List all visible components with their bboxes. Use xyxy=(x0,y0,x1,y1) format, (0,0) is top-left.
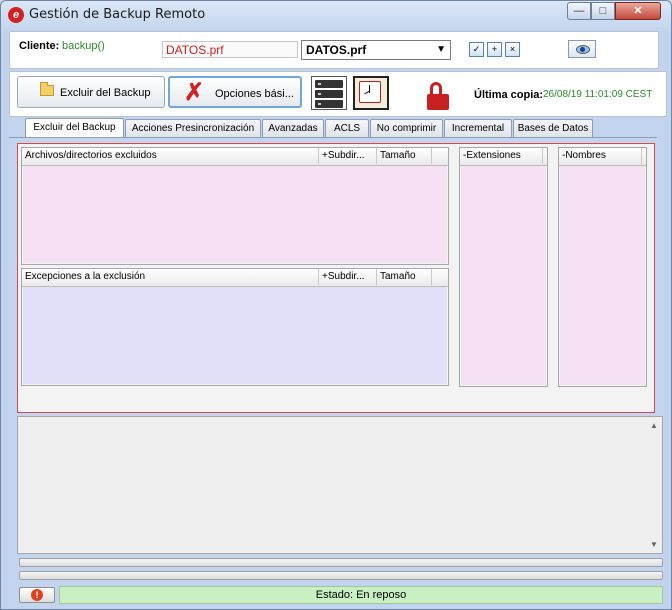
profile-new-icon[interactable]: + xyxy=(487,42,502,57)
progress-bar xyxy=(19,571,663,580)
folder-icon xyxy=(40,82,54,96)
profile-dropdown-value: DATOS.prf xyxy=(306,43,367,57)
tab-bases-de-datos[interactable]: Bases de Datos xyxy=(513,119,593,137)
maximize-button[interactable]: □ xyxy=(591,2,615,20)
profile-check-icon[interactable]: ✓ xyxy=(469,42,484,57)
profile-delete-icon[interactable]: × xyxy=(505,42,520,57)
col-exceptions-path[interactable]: Excepciones a la exclusión xyxy=(22,269,319,285)
close-button[interactable]: ✕ xyxy=(615,2,661,20)
wrench-icon: ✗ xyxy=(184,79,205,106)
log-horizontal-scrollbar[interactable] xyxy=(19,558,663,567)
window-title: Gestión de Backup Remoto xyxy=(29,7,206,22)
col-exceptions-size[interactable]: Tamaño xyxy=(377,269,432,285)
schedule-clock-icon[interactable] xyxy=(353,76,389,110)
exclude-backup-button[interactable]: Excluir del Backup xyxy=(17,76,165,108)
tab-incremental[interactable]: Incremental xyxy=(444,119,512,137)
app-logo-icon: e xyxy=(8,7,24,23)
basic-options-button[interactable]: ✗ Opciones bási... xyxy=(168,76,302,108)
server-icon[interactable] xyxy=(311,76,347,110)
extensions-list-header: -Extensiones xyxy=(460,148,547,166)
unlocked-padlock-icon[interactable] xyxy=(427,82,449,110)
scroll-up-icon[interactable]: ▲ xyxy=(650,421,658,430)
col-names[interactable]: -Nombres xyxy=(559,148,642,164)
tab-excluir-del-backup[interactable]: Excluir del Backup xyxy=(25,118,124,137)
tab-avanzadas[interactable]: Avanzadas xyxy=(262,119,324,137)
client-value: backup() xyxy=(62,40,105,52)
col-excluded-size[interactable]: Tamaño xyxy=(377,148,432,164)
names-list-body[interactable] xyxy=(560,166,645,385)
col-excluded-subdirs[interactable]: +Subdir... xyxy=(319,148,377,164)
title-bar[interactable]: e Gestión de Backup Remoto — □ ✕ xyxy=(1,1,671,29)
tab-no-comprimir[interactable]: No comprimir xyxy=(370,119,443,137)
client-panel: Cliente: backup() DATOS.prf DATOS.prf ▼ … xyxy=(9,31,659,69)
chevron-down-icon: ▼ xyxy=(436,44,446,55)
scroll-down-icon[interactable]: ▼ xyxy=(650,540,658,549)
basic-options-label: Opciones bási... xyxy=(215,88,294,100)
view-profile-button[interactable] xyxy=(568,40,596,58)
minimize-button[interactable]: — xyxy=(567,2,591,20)
profile-dropdown[interactable]: DATOS.prf ▼ xyxy=(301,40,451,60)
last-copy-label: Última copia: xyxy=(474,89,544,101)
col-excluded-path[interactable]: Archivos/directorios excluidos xyxy=(22,148,319,164)
profile-name-field[interactable]: DATOS.prf xyxy=(162,41,298,58)
exclude-backup-label: Excluir del Backup xyxy=(60,87,151,99)
col-exceptions-subdirs[interactable]: +Subdir... xyxy=(319,269,377,285)
exceptions-list-body[interactable] xyxy=(23,287,447,384)
main-toolbar: Excluir del Backup ✗ Opciones bási... Úl… xyxy=(9,71,667,117)
alert-button[interactable]: ! xyxy=(19,587,55,603)
client-label: Cliente: xyxy=(19,40,60,52)
names-list-header: -Nombres xyxy=(559,148,646,166)
exceptions-list-header: Excepciones a la exclusión +Subdir... Ta… xyxy=(22,269,448,287)
excluded-files-list[interactable]: Archivos/directorios excluidos +Subdir..… xyxy=(21,147,449,265)
tab-acciones-presincronizacion[interactable]: Acciones Presincronización xyxy=(125,119,261,137)
col-extensions[interactable]: -Extensiones xyxy=(460,148,543,164)
status-text: Estado: En reposo xyxy=(59,586,663,604)
tab-acls[interactable]: ACLS xyxy=(325,119,369,137)
log-area[interactable]: ▲ ▼ xyxy=(17,416,663,554)
exclude-tab-content: Archivos/directorios excluidos +Subdir..… xyxy=(17,143,655,413)
alert-icon: ! xyxy=(31,589,43,601)
log-vertical-scrollbar[interactable]: ▲ ▼ xyxy=(648,417,662,553)
names-list[interactable]: -Nombres xyxy=(558,147,647,387)
excluded-list-body[interactable] xyxy=(23,166,447,263)
extensions-list[interactable]: -Extensiones xyxy=(459,147,548,387)
extensions-list-body[interactable] xyxy=(461,166,546,385)
excluded-list-header: Archivos/directorios excluidos +Subdir..… xyxy=(22,148,448,166)
exceptions-list[interactable]: Excepciones a la exclusión +Subdir... Ta… xyxy=(21,268,449,386)
status-bar: ! Estado: En reposo xyxy=(17,585,663,605)
app-window: e Gestión de Backup Remoto — □ ✕ Cliente… xyxy=(0,0,672,610)
last-copy-value: 26/08/19 11:01:09 CEST xyxy=(543,89,653,100)
